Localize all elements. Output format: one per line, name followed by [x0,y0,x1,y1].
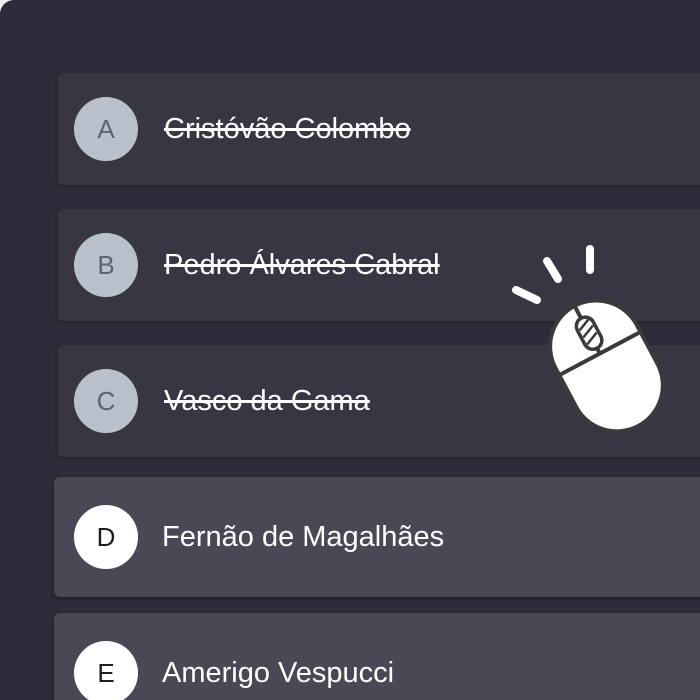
option-label: Amerigo Vespucci [162,657,395,689]
option-letter-badge: E [74,641,138,700]
option-label: Fernão de Magalhães [162,521,445,553]
option-d[interactable]: D Fernão de Magalhães [54,477,700,597]
option-letter-badge: B [74,233,138,297]
option-letter-badge: D [74,505,138,569]
option-label: Pedro Álvares Cabral [164,249,440,281]
answer-panel: A Cristóvão Colombo B Pedro Álvares Cabr… [0,0,700,700]
option-letter-badge: C [74,369,138,433]
option-a[interactable]: A Cristóvão Colombo [58,73,700,185]
option-label: Cristóvão Colombo [164,113,411,145]
mouse-click-icon [512,245,665,434]
option-label: Vasco da Gama [164,385,370,417]
option-e[interactable]: E Amerigo Vespucci [54,613,700,700]
option-letter-badge: A [74,97,138,161]
